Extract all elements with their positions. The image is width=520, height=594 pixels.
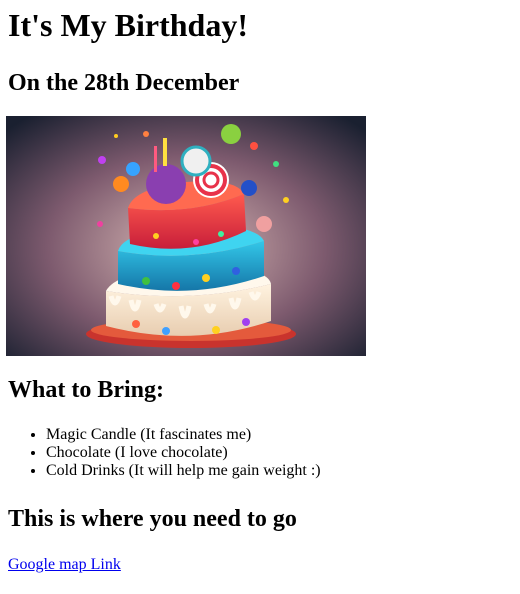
what-to-bring-heading: What to Bring:	[8, 377, 164, 403]
google-map-link[interactable]: Google map Link	[8, 556, 121, 574]
list-item: Magic Candle (It fascinates me)	[46, 426, 512, 444]
birthday-cake-image	[6, 116, 366, 356]
date-heading: On the 28th December	[8, 70, 240, 96]
location-heading: This is where you need to go	[8, 506, 297, 532]
bring-list: Magic Candle (It fascinates me) Chocolat…	[8, 426, 512, 480]
list-item: Chocolate (I love chocolate)	[46, 444, 512, 462]
page-title: It's My Birthday!	[8, 7, 248, 43]
page: It's My Birthday! On the 28th December W…	[0, 0, 520, 574]
list-item: Cold Drinks (It will help me gain weight…	[46, 462, 512, 480]
